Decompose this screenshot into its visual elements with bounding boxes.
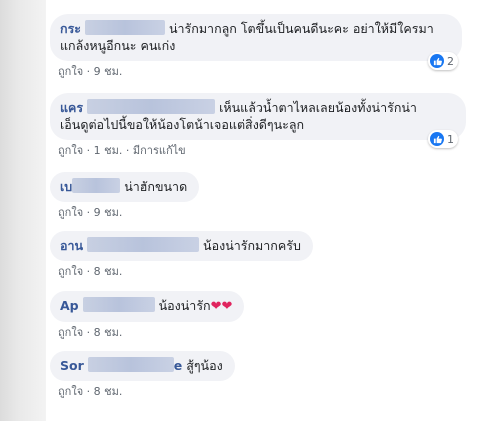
post-image-edge — [0, 0, 46, 421]
comment-5: Ap น้องน่ารัก❤❤ ถูกใจ · 8 ชม. — [50, 291, 245, 340]
comment-text: สู้ๆน้อง — [186, 358, 223, 373]
redacted-name — [87, 357, 174, 372]
comment-6: Sor e สู้ๆน้อง ถูกใจ · 8 ชม. — [50, 351, 235, 399]
comment-text: น้องน่ารัก — [158, 298, 211, 313]
edited-label[interactable]: มีการแก้ไข — [133, 144, 186, 157]
comment-bubble: แคร เห็นแล้วน้ำตาไหลเลยน้องทั้งน่ารักน่า… — [50, 93, 466, 140]
timestamp[interactable]: 9 ชม. — [94, 65, 123, 78]
comment-text-line2: เอ็นดูต่อไปนี้ขอให้น้องโตน้าเจอแต่สิ่งดี… — [60, 117, 305, 132]
redacted-name — [87, 99, 216, 114]
like-link[interactable]: ถูกใจ — [58, 385, 83, 398]
comment-meta: ถูกใจ · 8 ชม. — [58, 265, 123, 278]
like-icon — [430, 54, 444, 68]
commenter-name[interactable]: เบ — [60, 179, 72, 194]
comment-meta: ถูกใจ · 8 ชม. — [58, 326, 123, 339]
reaction-number: 2 — [447, 54, 454, 68]
like-link[interactable]: ถูกใจ — [58, 265, 83, 278]
timestamp[interactable]: 8 ชม. — [94, 265, 123, 278]
comment-2: แคร เห็นแล้วน้ำตาไหลเลยน้องทั้งน่ารักน่า… — [50, 93, 466, 158]
like-link[interactable]: ถูกใจ — [58, 326, 83, 339]
comment-3: เบ น่าฮักขนาด ถูกใจ · 9 ชม. — [50, 172, 200, 220]
timestamp[interactable]: 9 ชม. — [94, 206, 123, 219]
comment-text: น้องน่ารักมากครับ — [203, 238, 301, 253]
comment-text: น่ารักมากลูก โตขึ้นเป็นคนดีนะคะ อย่าให้ม… — [168, 21, 434, 36]
comment-bubble: Ap น้องน่ารัก❤❤ — [50, 291, 245, 322]
redacted-name — [82, 297, 155, 312]
comment-bubble: อาน น้องน่ารักมากครับ — [50, 231, 313, 261]
like-link[interactable]: ถูกใจ — [58, 144, 83, 157]
redacted-name — [72, 178, 121, 193]
like-icon — [430, 132, 444, 146]
comment-meta: ถูกใจ · 1 ชม. · มีการแก้ไข — [58, 144, 186, 157]
heart-emoji: ❤❤ — [210, 299, 233, 314]
timestamp[interactable]: 8 ชม. — [94, 326, 123, 339]
timestamp[interactable]: 8 ชม. — [94, 385, 123, 398]
comment-text: น่าฮักขนาด — [124, 179, 188, 194]
comment-1: กระ น่ารักมากลูก โตขึ้นเป็นคนดีนะคะ อย่า… — [50, 14, 462, 79]
reaction-number: 1 — [447, 132, 454, 146]
comment-bubble: เบ น่าฮักขนาด — [50, 172, 200, 202]
comment-text-line2: แกล้งหนูอีกนะ คนเก่ง — [60, 38, 176, 53]
comment-meta: ถูกใจ · 9 ชม. — [58, 206, 123, 219]
like-link[interactable]: ถูกใจ — [58, 206, 83, 219]
commenter-name[interactable]: กระ — [60, 21, 81, 36]
comment-text: เห็นแล้วน้ำตาไหลเลยน้องทั้งน่ารักน่า — [219, 100, 417, 115]
timestamp[interactable]: 1 ชม. — [94, 144, 123, 157]
comment-4: อาน น้องน่ารักมากครับ ถูกใจ · 8 ชม. — [50, 231, 313, 279]
like-link[interactable]: ถูกใจ — [58, 65, 83, 78]
commenter-name[interactable]: แคร — [60, 100, 83, 115]
reaction-count[interactable]: 1 — [428, 130, 458, 148]
redacted-name — [84, 20, 165, 35]
commenter-name[interactable]: Sor — [60, 358, 84, 373]
commenter-name-suffix[interactable]: e — [174, 358, 182, 373]
commenter-name[interactable]: อาน — [60, 238, 83, 253]
comment-meta: ถูกใจ · 9 ชม. — [58, 65, 123, 78]
redacted-name — [87, 237, 200, 252]
comment-bubble: กระ น่ารักมากลูก โตขึ้นเป็นคนดีนะคะ อย่า… — [50, 14, 462, 61]
comment-meta: ถูกใจ · 8 ชม. — [58, 385, 123, 398]
comment-bubble: Sor e สู้ๆน้อง — [50, 351, 235, 381]
reaction-count[interactable]: 2 — [428, 52, 458, 70]
commenter-name[interactable]: Ap — [60, 298, 79, 313]
